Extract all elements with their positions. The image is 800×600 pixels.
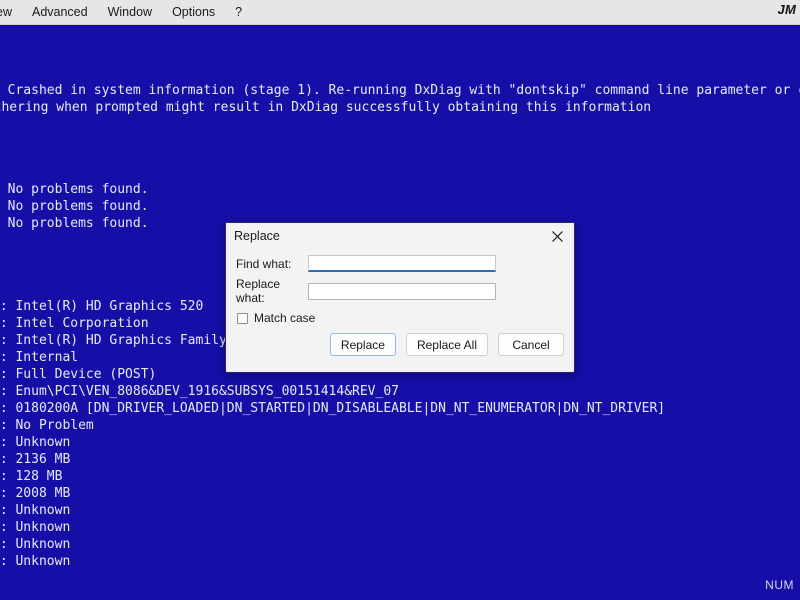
match-case-label: Match case xyxy=(254,311,316,325)
replace-button[interactable]: Replace xyxy=(329,333,396,356)
console-line: e: Unknown xyxy=(0,554,71,569)
console-line: y: 2136 MB xyxy=(0,452,71,467)
menu-bar: ew Advanced Window Options ? JM xyxy=(0,0,800,25)
dialog-button-row: Replace Replace All Cancel xyxy=(226,333,574,356)
dialog-title: Replace xyxy=(234,229,280,243)
replace-what-row: Replace what: xyxy=(236,277,496,305)
find-what-row: Find what: xyxy=(236,255,496,272)
console-line: e: No Problem xyxy=(0,418,94,433)
replace-what-input[interactable] xyxy=(308,282,496,300)
console-line: : No problems found. xyxy=(0,182,149,197)
replace-what-label: Replace what: xyxy=(236,277,281,305)
status-num-indicator: NUM xyxy=(765,578,794,593)
console-line: : No problems found. xyxy=(0,199,149,214)
console-line: y: Enum\PCI\VEN_8086&DEV_1916&SUBSYS_001… xyxy=(0,384,399,399)
console-line: e: Full Device (POST) xyxy=(0,367,157,382)
replace-all-button[interactable]: Replace All xyxy=(405,333,488,356)
console-line: gathering when prompted might result in … xyxy=(0,100,652,115)
console-line: y: 2008 MB xyxy=(0,486,71,501)
console-line: c: Unknown xyxy=(0,520,71,535)
close-icon[interactable] xyxy=(540,223,574,249)
menu-item-options[interactable]: Options xyxy=(162,0,225,24)
menu-item-advanced[interactable]: Advanced xyxy=(22,0,98,24)
console-line: e: Intel(R) HD Graphics 520 xyxy=(0,299,204,314)
menu-item-window[interactable]: Window xyxy=(98,0,162,24)
console-line: r: Intel Corporation xyxy=(0,316,149,331)
dialog-title-bar[interactable]: Replace xyxy=(226,223,574,249)
console-line: s: 0180200A [DN_DRIVER_LOADED|DN_STARTED… xyxy=(0,401,666,416)
find-what-input[interactable] xyxy=(308,255,496,272)
console-line: : No problems found. xyxy=(0,216,149,231)
menu-item-view[interactable]: ew xyxy=(0,0,22,24)
window-caption-text: JM xyxy=(777,2,796,17)
match-case-checkbox[interactable] xyxy=(237,312,248,324)
console-line: y: 128 MB xyxy=(0,469,63,484)
console-line: e: Unknown xyxy=(0,503,71,518)
cancel-button[interactable]: Cancel xyxy=(498,333,564,356)
console-line: e: Unknown xyxy=(0,435,71,450)
console-line: y: Unknown xyxy=(0,537,71,552)
replace-dialog[interactable]: Replace Find what: Replace what: Match c… xyxy=(225,222,575,373)
find-what-label: Find what: xyxy=(236,256,292,271)
console-line: : Crashed in system information (stage 1… xyxy=(0,83,800,98)
match-case-row[interactable]: Match case xyxy=(237,311,315,325)
console-line: e: Internal xyxy=(0,350,79,365)
menu-item-help[interactable]: ? xyxy=(225,0,252,24)
console-line: e: Intel(R) HD Graphics Family xyxy=(0,333,227,348)
